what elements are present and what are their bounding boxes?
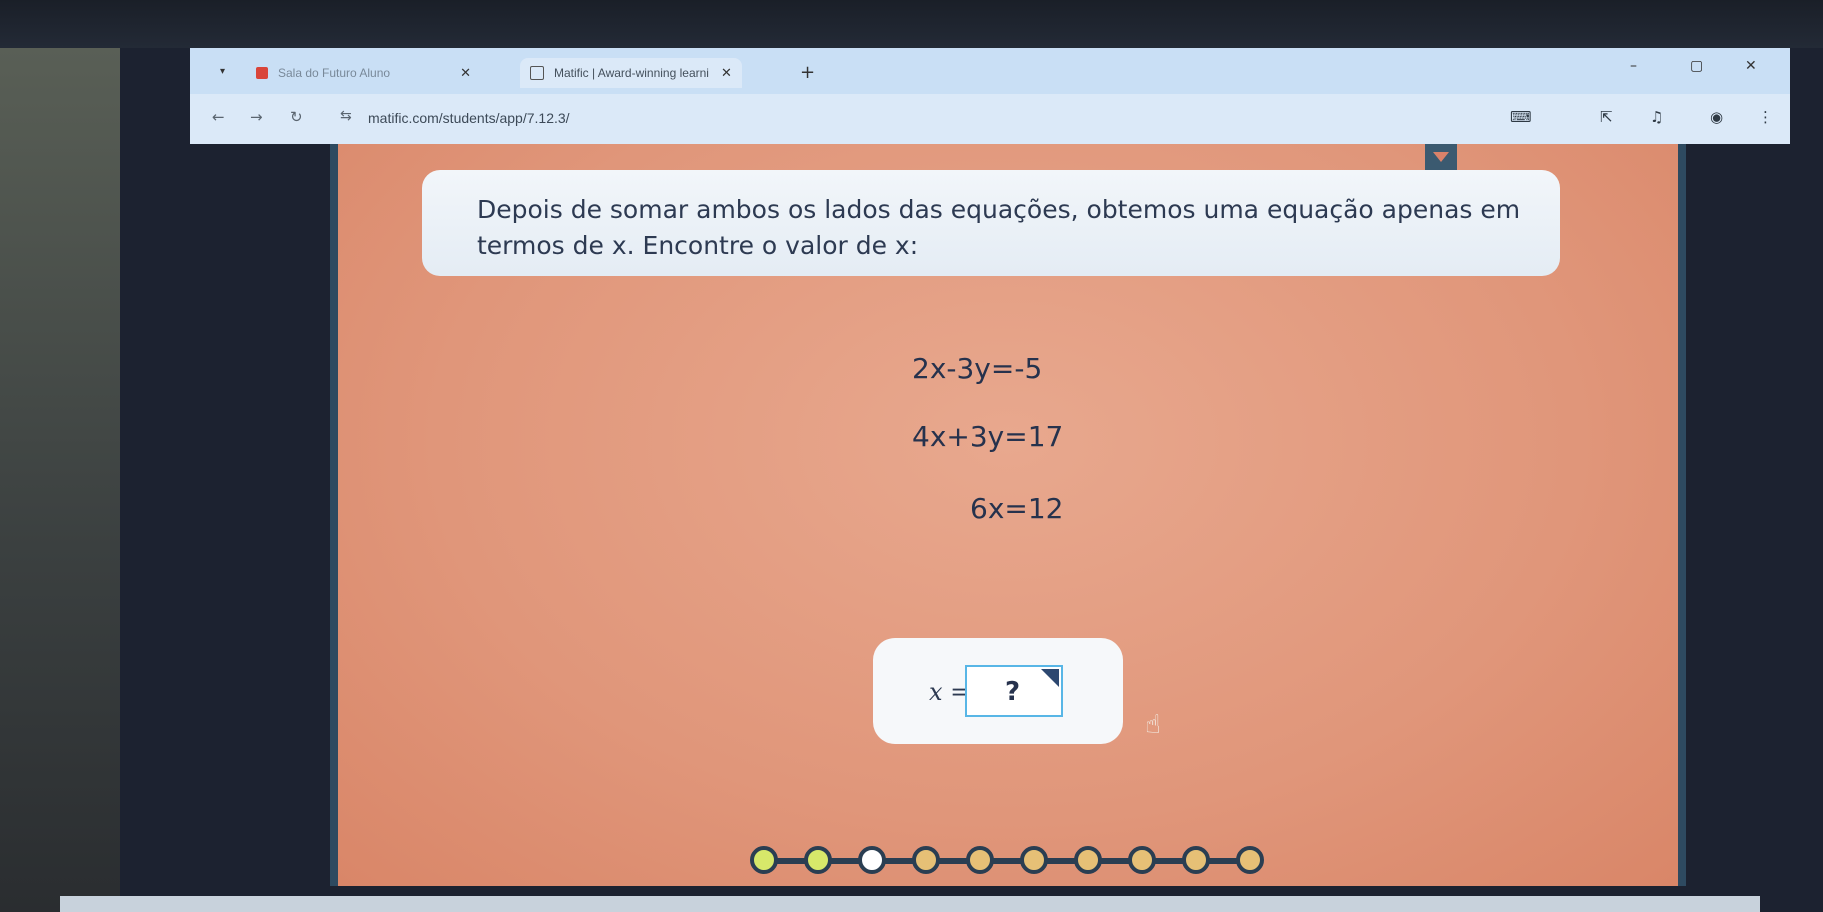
- profile-icon[interactable]: ◉: [1710, 108, 1723, 126]
- question-text: Depois de somar ambos os lados das equaç…: [477, 195, 1521, 260]
- tune-icon[interactable]: ⇆: [340, 108, 352, 124]
- back-arrow-icon[interactable]: ←: [212, 108, 225, 126]
- close-window-icon[interactable]: ✕: [1745, 58, 1757, 74]
- progress-line: [764, 858, 1254, 864]
- tab-label: Matific | Award-winning learni: [554, 66, 709, 80]
- equation-1: 2x-3y=-5: [912, 352, 1043, 385]
- equation-result: 6x=12: [970, 492, 1064, 525]
- matific-favicon-icon: [530, 66, 544, 80]
- more-vertical-icon[interactable]: ⋮: [1758, 108, 1773, 126]
- progress-dot: [804, 846, 832, 874]
- sala-favicon-icon: [256, 67, 268, 79]
- equation-2: 4x+3y=17: [912, 420, 1064, 453]
- progress-dot: [858, 846, 886, 874]
- answer-card: x = ?: [873, 638, 1123, 744]
- url-text[interactable]: matific.com/students/app/7.12.3/: [368, 110, 570, 126]
- progress-dot: [750, 846, 778, 874]
- reload-icon[interactable]: ↻: [290, 108, 303, 126]
- forward-arrow-icon[interactable]: →: [250, 108, 263, 126]
- close-icon[interactable]: ✕: [721, 65, 732, 81]
- maximize-icon[interactable]: ▢: [1690, 58, 1703, 74]
- tab-matific[interactable]: Matific | Award-winning learni ✕: [520, 58, 742, 88]
- dropdown-corner-icon: [1041, 669, 1059, 687]
- tab-bar: ▾ Sala do Futuro Aluno ✕ Matific | Award…: [190, 48, 1790, 94]
- answer-placeholder: ?: [1005, 677, 1021, 707]
- progress-dot: [1020, 846, 1048, 874]
- minimize-icon[interactable]: –: [1630, 58, 1637, 74]
- plus-icon[interactable]: +: [800, 62, 815, 83]
- close-icon[interactable]: ✕: [460, 65, 471, 81]
- chevron-down-icon[interactable]: ▾: [220, 66, 225, 77]
- answer-input[interactable]: ?: [965, 665, 1063, 717]
- progress-dot: [912, 846, 940, 874]
- progress-dot: [1128, 846, 1156, 874]
- browser-window: ▾ Sala do Futuro Aluno ✕ Matific | Award…: [190, 48, 1790, 144]
- progress-dot: [1236, 846, 1264, 874]
- tab-label: Sala do Futuro Aluno: [278, 66, 391, 80]
- progress-dot: [1182, 846, 1210, 874]
- screen-edge: [60, 896, 1760, 912]
- address-bar: ← → ↻ ⇆ matific.com/students/app/7.12.3/…: [190, 94, 1790, 144]
- ribbon-dropdown-icon[interactable]: [1425, 144, 1457, 170]
- progress-dot: [1074, 846, 1102, 874]
- question-card: Depois de somar ambos os lados das equaç…: [422, 170, 1560, 276]
- tab-sala-do-futuro[interactable]: Sala do Futuro Aluno ✕: [256, 58, 471, 88]
- hand-cursor-icon: ☝: [1145, 710, 1161, 740]
- translate-icon[interactable]: ⌨: [1510, 108, 1532, 126]
- share-icon[interactable]: ⇱: [1600, 108, 1613, 126]
- media-icon[interactable]: ♫: [1650, 108, 1663, 126]
- monitor-bezel: [0, 0, 1823, 48]
- progress-track: [750, 846, 1270, 876]
- progress-dot: [966, 846, 994, 874]
- background-wall: [0, 0, 120, 912]
